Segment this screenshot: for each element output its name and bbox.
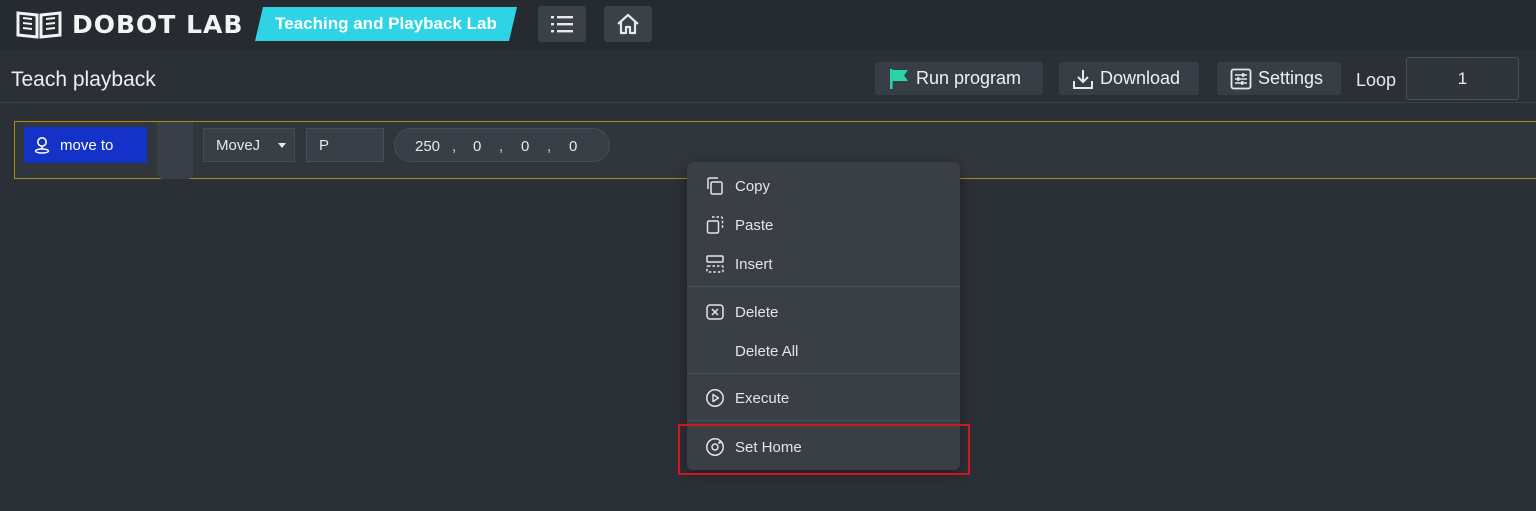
menu-item-copy[interactable]: Copy: [687, 168, 960, 204]
delete-label: Delete: [735, 303, 779, 321]
toolbar: Teach playback Run program Download Sett…: [0, 56, 1536, 103]
menu-item-delete-all[interactable]: Delete All: [687, 333, 960, 369]
coord-separator: ,: [452, 138, 457, 155]
home-button[interactable]: [604, 6, 652, 42]
book-logo-icon: [16, 11, 62, 39]
play-circle-icon: [706, 389, 724, 407]
download-icon: [1073, 69, 1093, 89]
coord-x[interactable]: 250: [415, 138, 440, 155]
home-icon: [617, 13, 639, 35]
lab-title-badge[interactable]: Teaching and Playback Lab: [255, 7, 517, 41]
menu-item-execute[interactable]: Execute: [687, 380, 960, 416]
coord-separator: ,: [547, 138, 552, 155]
delete-all-label: Delete All: [735, 342, 799, 360]
menu-divider: [687, 373, 960, 374]
move-to-label: move to: [60, 136, 114, 154]
caret-down-icon: [278, 143, 286, 148]
settings-label: Settings: [1258, 68, 1324, 88]
loop-count-input[interactable]: 1: [1406, 57, 1519, 100]
coord-z[interactable]: 0: [521, 138, 529, 155]
menu-divider: [687, 286, 960, 287]
insert-label: Insert: [735, 255, 773, 273]
logo-text: DOBOT LAB: [72, 9, 244, 39]
motion-mode-value: MoveJ: [216, 136, 261, 154]
motion-mode-select[interactable]: MoveJ: [203, 128, 295, 162]
delete-icon: [706, 304, 724, 320]
paste-label: Paste: [735, 216, 774, 234]
loop-label: Loop: [1356, 70, 1397, 90]
menu-divider: [687, 420, 960, 421]
coord-r[interactable]: 0: [569, 138, 577, 155]
insert-icon: [706, 255, 724, 273]
coord-separator: ,: [499, 138, 504, 155]
download-button[interactable]: Download: [1059, 62, 1199, 95]
block-connector: [157, 122, 193, 179]
coordinates-field[interactable]: 250 , 0 , 0 , 0: [394, 128, 610, 162]
copy-icon: [707, 177, 723, 195]
list-icon: [551, 16, 573, 33]
flag-icon: [890, 68, 908, 89]
top-bar: DOBOT LAB Teaching and Playback Lab: [0, 0, 1536, 50]
run-program-button[interactable]: Run program: [875, 62, 1043, 95]
location-pin-icon: [34, 137, 50, 154]
sliders-icon: [1230, 68, 1252, 89]
paste-icon: [706, 216, 724, 234]
menu-button[interactable]: [538, 6, 586, 42]
menu-item-delete[interactable]: Delete: [687, 294, 960, 330]
dobot-logo: DOBOT LAB: [14, 8, 243, 40]
download-label: Download: [1100, 68, 1181, 88]
move-to-block[interactable]: move to: [24, 127, 147, 163]
menu-item-insert[interactable]: Insert: [687, 246, 960, 282]
page-title: Teach playback: [11, 68, 156, 91]
highlight-box: [678, 424, 970, 475]
coord-y[interactable]: 0: [473, 138, 481, 155]
run-program-label: Run program: [916, 68, 1022, 88]
menu-item-paste[interactable]: Paste: [687, 207, 960, 243]
execute-label: Execute: [735, 389, 790, 407]
point-field[interactable]: P: [306, 128, 384, 162]
settings-button[interactable]: Settings: [1217, 62, 1341, 95]
copy-label: Copy: [735, 177, 771, 195]
